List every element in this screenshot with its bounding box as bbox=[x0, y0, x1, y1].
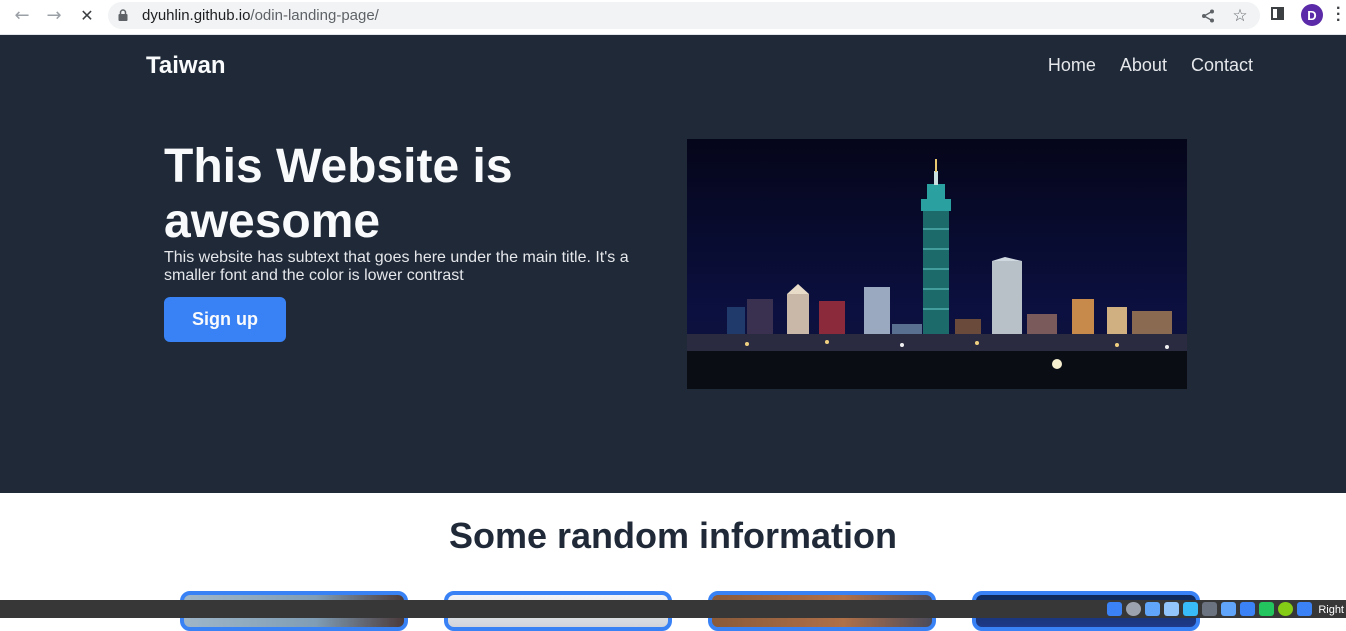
browser-toolbar: ← → ✕ dyuhlin.github.io/odin-landing-pag… bbox=[0, 0, 1346, 35]
url-host: dyuhlin.github.io bbox=[142, 7, 251, 24]
taskbar-label: Right bbox=[1318, 604, 1344, 616]
tray-app-icon[interactable] bbox=[1183, 602, 1198, 616]
hero-section: Taiwan Home About Contact This Website i… bbox=[0, 35, 1346, 493]
tray-network-icon[interactable] bbox=[1278, 602, 1293, 616]
lock-icon[interactable] bbox=[118, 9, 128, 21]
nav-link-home[interactable]: Home bbox=[1048, 55, 1096, 76]
tray-app-icon[interactable] bbox=[1240, 602, 1255, 616]
tray-folder-icon[interactable] bbox=[1202, 602, 1217, 616]
nav-link-contact[interactable]: Contact bbox=[1191, 55, 1253, 76]
sign-up-button[interactable]: Sign up bbox=[164, 297, 286, 342]
tray-app-icon[interactable] bbox=[1164, 602, 1179, 616]
tray-download-icon[interactable] bbox=[1297, 602, 1312, 616]
url-text[interactable]: dyuhlin.github.io/odin-landing-page/ bbox=[142, 7, 379, 24]
tray-display-icon[interactable] bbox=[1221, 602, 1236, 616]
os-taskbar: Right bbox=[0, 600, 1346, 618]
profile-avatar[interactable]: D bbox=[1301, 4, 1323, 26]
star-icon[interactable]: ☆ bbox=[1230, 6, 1250, 26]
more-menu-icon[interactable]: · · · bbox=[1336, 1, 1341, 29]
forward-arrow-icon[interactable]: → bbox=[41, 4, 67, 26]
share-icon[interactable] bbox=[1198, 6, 1218, 26]
info-section-title: Some random information bbox=[448, 515, 898, 556]
hero-title: This Website is awesome bbox=[164, 140, 513, 248]
back-arrow-icon[interactable]: ← bbox=[9, 4, 35, 26]
tray-app-icon[interactable] bbox=[1107, 602, 1122, 616]
tray-app-icon[interactable] bbox=[1259, 602, 1274, 616]
site-nav: Home About Contact bbox=[1048, 55, 1253, 76]
tray-app-icon[interactable] bbox=[1145, 602, 1160, 616]
site-brand[interactable]: Taiwan bbox=[146, 52, 226, 80]
side-panel-icon[interactable] bbox=[1271, 7, 1284, 20]
hero-image-taipei-skyline bbox=[687, 139, 1187, 389]
address-bar[interactable]: dyuhlin.github.io/odin-landing-page/ ☆ bbox=[108, 2, 1260, 29]
url-path: /odin-landing-page/ bbox=[250, 7, 379, 24]
hero-subtitle: This website has subtext that goes here … bbox=[164, 249, 629, 284]
system-tray bbox=[1107, 602, 1312, 616]
tray-disc-icon[interactable] bbox=[1126, 602, 1141, 616]
stop-loading-icon[interactable]: ✕ bbox=[74, 4, 100, 26]
nav-link-about[interactable]: About bbox=[1120, 55, 1167, 76]
